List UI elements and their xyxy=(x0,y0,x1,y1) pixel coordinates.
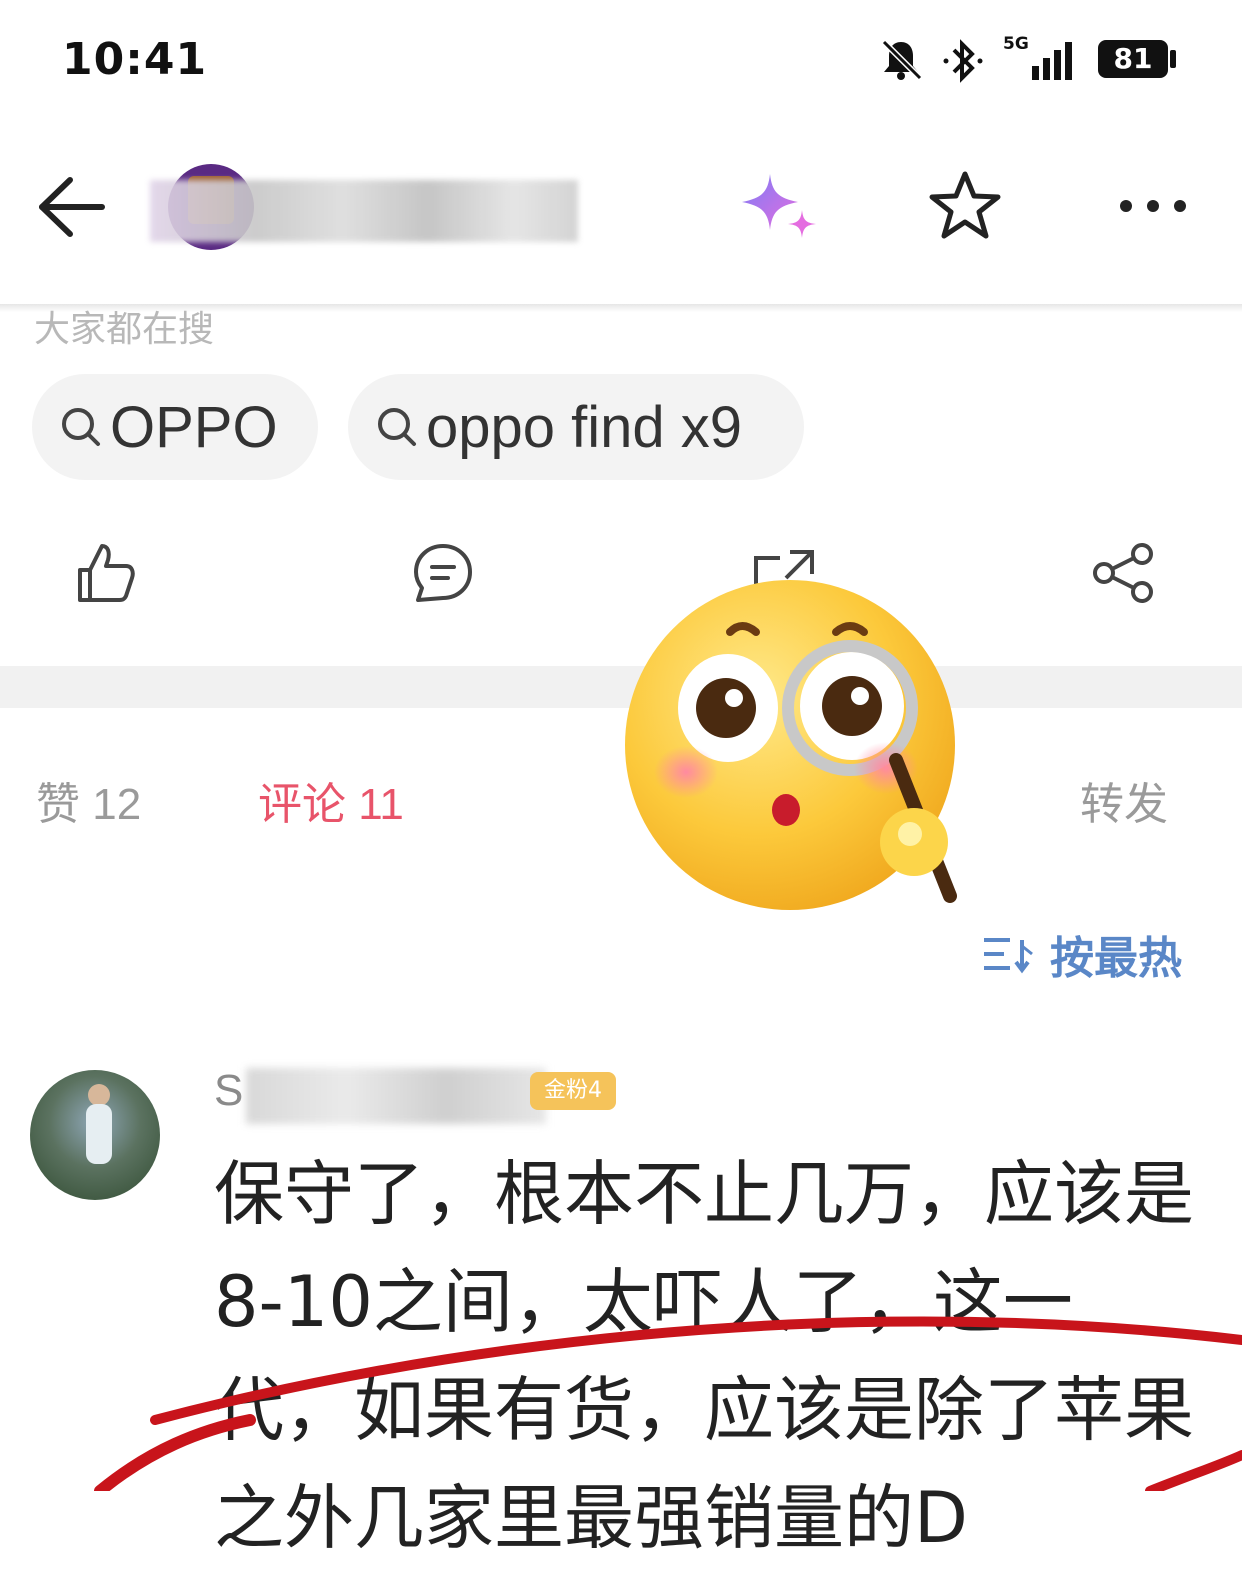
search-icon xyxy=(62,408,100,446)
chip-label: oppo find x9 xyxy=(426,394,743,460)
avatar-head xyxy=(88,1084,110,1106)
more-icon[interactable] xyxy=(1116,196,1190,216)
search-chip-oppo-find-x9[interactable]: oppo find x9 xyxy=(348,374,804,480)
battery-indicator: 81 xyxy=(1098,40,1168,78)
tab-reposts[interactable]: 转发 xyxy=(1080,768,1168,832)
network-type: 5G xyxy=(1003,34,1029,54)
author-name-redacted[interactable] xyxy=(150,180,578,242)
search-icon xyxy=(378,408,416,446)
mute-bell-icon xyxy=(881,39,923,81)
trending-search-caption: 大家都在搜 xyxy=(34,309,215,350)
username-redaction xyxy=(246,1068,546,1124)
bluetooth-icon xyxy=(943,39,983,83)
sparkle-icon[interactable] xyxy=(734,172,824,244)
curious-emoji-icon xyxy=(625,580,957,910)
thumbs-up-icon[interactable] xyxy=(72,540,138,606)
chip-label: OPPO xyxy=(110,394,278,460)
search-chip-oppo[interactable]: OPPO xyxy=(32,374,318,480)
fan-level-badge: 金粉4 xyxy=(530,1072,616,1110)
back-arrow-icon[interactable] xyxy=(36,174,106,240)
red-annotation-stroke xyxy=(94,1316,1242,1491)
commenter-username[interactable]: S xyxy=(214,1066,243,1116)
comment-icon[interactable] xyxy=(410,540,476,606)
share-icon[interactable] xyxy=(1088,540,1158,606)
sort-label: 按最热 xyxy=(1050,933,1182,984)
star-icon[interactable] xyxy=(928,170,1002,242)
signal-icon xyxy=(1032,42,1072,80)
tab-comments[interactable]: 评论 11 xyxy=(258,768,404,832)
status-time: 10:41 xyxy=(62,34,208,85)
sort-icon xyxy=(984,938,1033,974)
sort-toggle[interactable]: 按最热 xyxy=(980,922,1182,986)
avatar-body xyxy=(86,1104,112,1164)
tab-likes[interactable]: 赞 12 xyxy=(36,768,141,832)
battery-tip xyxy=(1170,50,1176,68)
commenter-avatar[interactable] xyxy=(30,1070,160,1200)
